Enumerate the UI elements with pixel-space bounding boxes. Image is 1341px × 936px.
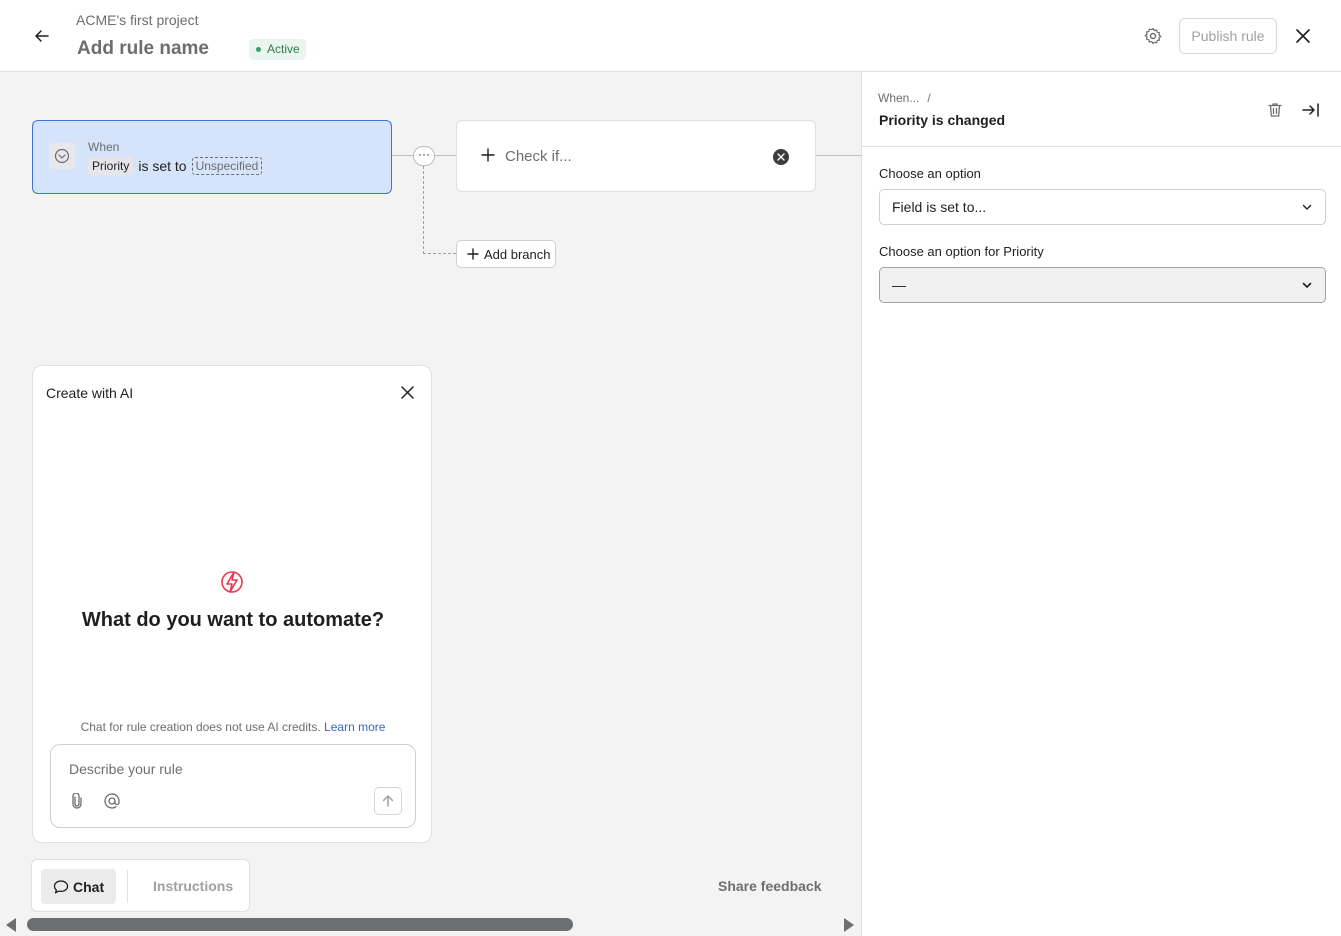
tab-divider xyxy=(127,870,128,903)
publish-rule-button[interactable]: Publish rule xyxy=(1179,18,1277,54)
branch-connector xyxy=(423,253,456,254)
more-options-icon[interactable]: ··· xyxy=(413,146,435,166)
ai-panel-title: Create with AI xyxy=(46,385,134,401)
plus-icon xyxy=(481,147,495,165)
choose-option-select[interactable]: Field is set to... xyxy=(879,189,1326,225)
chevron-circle-icon xyxy=(49,143,75,169)
chevron-down-icon xyxy=(1302,282,1312,288)
close-icon[interactable] xyxy=(398,383,416,401)
priority-option-label: Choose an option for Priority xyxy=(879,244,1044,259)
ai-credits-note: Chat for rule creation does not use AI c… xyxy=(33,720,433,734)
share-feedback-link[interactable]: Share feedback xyxy=(718,878,822,894)
ai-tabs-bar: Chat Instructions xyxy=(31,859,250,912)
plus-icon xyxy=(467,248,479,260)
trash-icon[interactable] xyxy=(1265,100,1285,120)
chat-bubble-icon xyxy=(53,879,69,893)
trigger-condition: Priority is set to Unspecified xyxy=(88,157,263,175)
rule-name-input[interactable]: Add rule name xyxy=(77,38,209,60)
at-mention-icon[interactable] xyxy=(102,791,122,811)
choose-option-label: Choose an option xyxy=(879,166,981,181)
breadcrumb-item-when[interactable]: When... xyxy=(878,91,919,105)
describe-rule-input[interactable]: Describe your rule xyxy=(50,744,416,828)
describe-rule-placeholder: Describe your rule xyxy=(69,761,183,777)
priority-option-value: — xyxy=(892,277,906,293)
chevron-down-icon xyxy=(1302,204,1312,210)
status-badge: Active xyxy=(249,39,306,60)
breadcrumb-separator: / xyxy=(927,91,931,105)
tab-chat-label: Chat xyxy=(73,878,105,895)
branch-connector xyxy=(423,166,424,254)
breadcrumb: When... / xyxy=(878,91,931,105)
trigger-field-chip: Priority xyxy=(88,157,134,175)
paperclip-icon[interactable] xyxy=(67,791,87,811)
project-name[interactable]: ACME's first project xyxy=(76,12,198,28)
connector-line xyxy=(816,155,861,156)
trigger-card[interactable]: When Priority is set to Unspecified xyxy=(32,120,392,194)
trigger-value-chip[interactable]: Unspecified xyxy=(191,157,263,175)
add-branch-label: Add branch xyxy=(484,246,551,262)
trigger-details-panel: When... / Priority is changed Choose an … xyxy=(861,72,1341,936)
choose-option-value: Field is set to... xyxy=(892,199,987,215)
horizontal-scrollbar[interactable] xyxy=(0,913,861,936)
back-arrow-icon[interactable] xyxy=(28,22,56,50)
ai-note-text: Chat for rule creation does not use AI c… xyxy=(80,720,321,734)
trigger-when-label: When xyxy=(88,140,120,154)
trigger-connector-text: is set to xyxy=(138,158,187,174)
scroll-right-arrow-icon[interactable] xyxy=(844,918,854,932)
tab-instructions[interactable]: Instructions xyxy=(153,878,233,894)
scrollbar-thumb[interactable] xyxy=(27,918,573,931)
priority-option-select[interactable]: — xyxy=(879,267,1326,303)
scroll-left-arrow-icon[interactable] xyxy=(6,918,16,932)
lightning-bolt-icon xyxy=(219,568,245,596)
send-arrow-icon[interactable] xyxy=(374,787,402,815)
tab-chat[interactable]: Chat xyxy=(41,869,116,904)
learn-more-link[interactable]: Learn more xyxy=(324,720,385,734)
ai-heading: What do you want to automate? xyxy=(81,609,385,631)
remove-icon[interactable] xyxy=(773,149,789,165)
collapse-panel-icon[interactable] xyxy=(1301,100,1321,120)
close-icon[interactable] xyxy=(1291,24,1315,48)
add-branch-button[interactable]: Add branch xyxy=(456,240,556,268)
top-header: ACME's first project Add rule name Activ… xyxy=(0,0,1341,72)
side-panel-title: Priority is changed xyxy=(879,112,1006,128)
check-if-label: Check if... xyxy=(505,148,572,165)
side-panel-header: When... / Priority is changed xyxy=(862,72,1341,147)
rule-canvas[interactable]: When Priority is set to Unspecified ··· … xyxy=(0,72,861,936)
check-if-card[interactable]: Check if... xyxy=(456,120,816,192)
gear-icon[interactable] xyxy=(1141,24,1165,48)
create-with-ai-panel: Create with AI What do you want to autom… xyxy=(32,365,432,843)
